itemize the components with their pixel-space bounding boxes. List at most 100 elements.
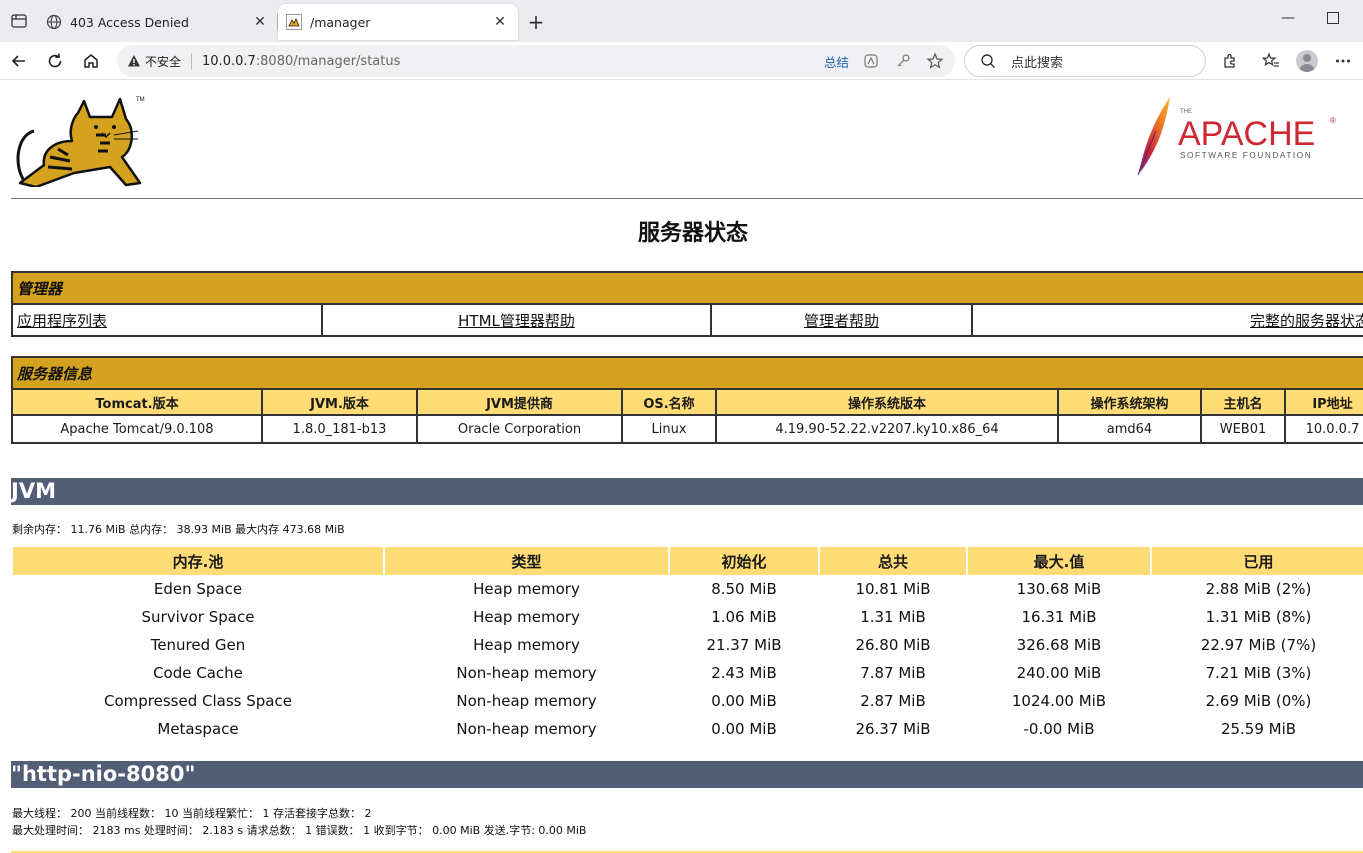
table-cell: Tenured Gen	[150, 636, 246, 654]
favorite-star-icon[interactable]	[923, 49, 947, 73]
table-cell: 26.37 MiB	[855, 720, 931, 738]
apache-subtitle: SOFTWARE FOUNDATION	[1180, 151, 1312, 160]
connector-request-stats: 最大处理时间： 2183 ms 处理时间： 2.183 s 请求总数： 1 错误…	[12, 824, 587, 837]
server-info-table: 服务器信息 Tomcat.版本 JVM.版本 JVM提供商 OS.名称 操作系统…	[11, 356, 1363, 444]
tab-title: 403 Access Denied	[70, 14, 189, 30]
column-header: 内存.池	[13, 547, 383, 575]
maximize-icon[interactable]	[1327, 12, 1339, 24]
table-row: Survivor Space Heap memory 1.06 MiB 1.31 Mi…	[13, 603, 1363, 631]
table-cell: Compressed Class Space	[104, 692, 292, 710]
table-cell: 8.50 MiB	[711, 580, 777, 598]
jvm-heading: JVM	[11, 478, 1363, 505]
column-header: 操作系统架构	[1057, 388, 1202, 416]
table-cell: WEB01	[1200, 414, 1286, 444]
jvm-memory-summary: 剩余内存： 11.76 MiB 总内存： 38.93 MiB 最大内存 473.…	[12, 523, 345, 536]
table-cell: Linux	[621, 414, 717, 444]
tab-manager[interactable]: /manager ✕	[278, 4, 518, 40]
page-title: 服务器状态	[637, 221, 748, 246]
avatar-icon	[1296, 50, 1318, 72]
read-aloud-icon[interactable]	[859, 49, 883, 73]
table-cell: Metaspace	[157, 720, 239, 738]
link-html-manager-help[interactable]: HTML管理器帮助	[458, 312, 575, 330]
table-cell: 7.21 MiB (3%)	[1205, 664, 1312, 682]
table-cell: 4.19.90-52.22.v2207.ky10.x86_64	[715, 414, 1059, 444]
tab-strip: 403 Access Denied ✕ /manager ✕ + —	[0, 0, 1363, 42]
tab-actions-icon[interactable]	[10, 12, 28, 30]
table-row: Compressed Class Space Non-heap memory 0.0…	[13, 687, 1363, 715]
address-bar[interactable]: 不安全 10.0.0.7:8080/manager/status 总结	[117, 45, 955, 77]
page-content: TM THE APACHE ® SOFTWARE FOUNDATION 服务器状…	[0, 81, 1363, 853]
tomcat-logo[interactable]: TM	[14, 91, 154, 189]
table-cell: Code Cache	[153, 664, 243, 682]
connector-thread-stats: 最大线程： 200 当前线程数： 10 当前线程繁忙： 1 存活套接字总数： 2	[12, 807, 372, 820]
table-cell: -0.00 MiB	[1023, 720, 1095, 738]
tab-title: /manager	[310, 14, 371, 30]
back-arrow-icon[interactable]	[7, 49, 31, 73]
table-cell: 2.69 MiB (0%)	[1205, 692, 1312, 710]
refresh-icon[interactable]	[43, 49, 67, 73]
manager-link-cell: 管理者帮助	[710, 303, 973, 337]
table-cell: 0.00 MiB	[711, 692, 777, 710]
url-text[interactable]: 10.0.0.7:8080/manager/status	[202, 54, 824, 69]
manager-table: 管理器 应用程序列表 HTML管理器帮助 管理者帮助 完整的服务器状态	[11, 271, 1363, 337]
table-row: Tenured Gen Heap memory 21.37 MiB 26.80 MiB…	[13, 631, 1363, 659]
column-header: 总共	[820, 547, 966, 575]
table-cell: 1024.00 MiB	[1011, 692, 1107, 710]
table-cell: 7.87 MiB	[860, 664, 926, 682]
security-label[interactable]: 不安全	[145, 53, 181, 70]
apache-registered: ®	[1330, 116, 1336, 125]
summary-button[interactable]: 总结	[824, 52, 849, 71]
close-icon[interactable]: ✕	[250, 12, 270, 32]
manager-link-cell: HTML管理器帮助	[321, 303, 712, 337]
extensions-icon[interactable]	[1218, 49, 1242, 73]
memory-pool-table: 内存.池 类型 初始化 总共 最大.值 已用 Eden Space Heap me…	[11, 547, 1363, 743]
table-cell: Oracle Corporation	[416, 414, 623, 444]
tomcat-favicon-icon	[286, 14, 302, 30]
column-header: 类型	[385, 547, 668, 575]
new-tab-icon[interactable]: +	[524, 10, 548, 34]
column-header: 初始化	[670, 547, 818, 575]
table-cell: 25.59 MiB	[1220, 720, 1297, 738]
favorites-icon[interactable]	[1259, 49, 1283, 73]
table-cell: Non-heap memory	[456, 720, 597, 738]
table-cell: 1.31 MiB (8%)	[1205, 608, 1312, 626]
tab-access-denied[interactable]: 403 Access Denied ✕	[38, 6, 278, 38]
column-header: 操作系统版本	[715, 388, 1059, 416]
more-menu-icon[interactable]	[1331, 49, 1355, 73]
table-cell: 22.97 MiB (7%)	[1200, 636, 1317, 654]
table-cell: Non-heap memory	[456, 664, 597, 682]
apache-logo[interactable]: THE APACHE ® SOFTWARE FOUNDATION	[1130, 91, 1342, 179]
table-cell: 2.87 MiB	[860, 692, 926, 710]
profile-avatar[interactable]	[1295, 49, 1319, 73]
column-header: JVM提供商	[416, 388, 623, 416]
memory-header-row: 内存.池 类型 初始化 总共 最大.值 已用	[13, 547, 1363, 575]
link-complete-server-status[interactable]: 完整的服务器状态	[1250, 312, 1363, 330]
close-icon[interactable]: ✕	[490, 12, 510, 32]
link-app-list[interactable]: 应用程序列表	[17, 312, 107, 330]
column-header: JVM.版本	[261, 388, 418, 416]
column-header: IP地址	[1284, 388, 1363, 416]
column-header: 已用	[1152, 547, 1363, 575]
tomcat-tm: TM	[136, 97, 145, 103]
column-header: 最大.值	[968, 547, 1150, 575]
minimize-icon[interactable]: —	[1280, 10, 1296, 26]
memory-pool-rows: Eden Space Heap memory 8.50 MiB 10.81 MiB 13…	[13, 575, 1363, 743]
table-cell: Non-heap memory	[456, 692, 597, 710]
apache-wordmark: APACHE	[1178, 115, 1315, 153]
warning-icon[interactable]	[127, 54, 141, 68]
table-cell: 10.81 MiB	[855, 580, 931, 598]
table-cell: Eden Space	[153, 580, 243, 598]
search-box[interactable]: 点此搜索	[964, 45, 1206, 77]
link-manager-help[interactable]: 管理者帮助	[804, 312, 879, 330]
table-cell: 130.68 MiB	[1016, 580, 1102, 598]
table-cell: Heap memory	[473, 608, 580, 626]
url-path: :8080/manager/status	[255, 53, 401, 69]
home-icon[interactable]	[79, 49, 103, 73]
table-cell: Survivor Space	[141, 608, 255, 626]
table-cell: 1.8.0_181-b13	[261, 414, 418, 444]
manager-heading: 管理器	[11, 271, 1363, 305]
key-icon[interactable]	[891, 49, 915, 73]
search-icon	[979, 52, 997, 70]
server-info-heading: 服务器信息	[11, 356, 1363, 390]
address-divider	[191, 53, 193, 69]
